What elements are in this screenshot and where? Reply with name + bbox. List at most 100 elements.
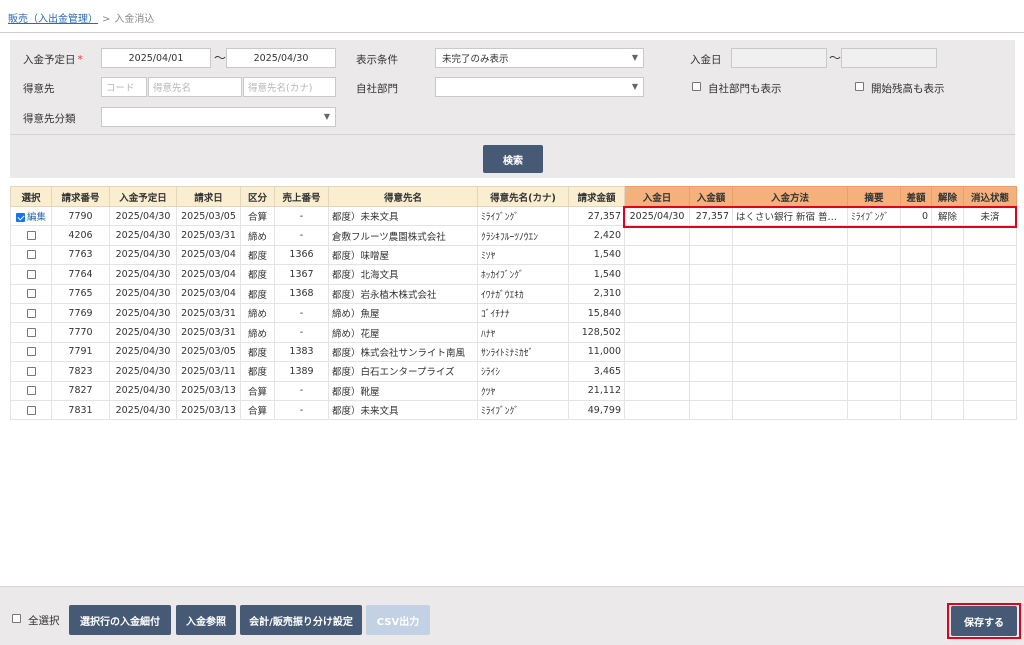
invoice-no-link[interactable]: 7831 [51, 399, 110, 421]
sales-no-link[interactable]: 1389 [274, 361, 329, 382]
col-header-payment-amount: 入金額 [689, 186, 733, 207]
status-cell: 未済 [963, 205, 1017, 227]
status-cell [963, 380, 1017, 401]
col-header-memo: 摘要 [847, 186, 901, 207]
due-date-to-input[interactable]: 2025/04/30 [226, 48, 336, 68]
due-date-cell: 2025/04/30 [109, 283, 177, 304]
kind-cell: 都度 [240, 283, 275, 304]
sales-no-link[interactable]: 1367 [274, 264, 329, 285]
cancel-link[interactable] [931, 380, 964, 401]
cancel-link[interactable] [931, 244, 964, 266]
payment-method-cell [732, 264, 848, 285]
customer-kana-cell: ｺﾞｲﾁﾅﾅ [477, 302, 569, 324]
kind-cell: 合算 [240, 399, 275, 421]
cancel-link[interactable] [931, 225, 964, 246]
table-row: 編集 7790 2025/04/30 2025/03/05 合算 - 都度）未来文具 ﾐﾗｲﾌ… [10, 205, 1017, 227]
breadcrumb-parent-link[interactable]: 販売（入出金管理） [8, 14, 98, 25]
row-checkbox[interactable] [26, 328, 36, 338]
dept-label: 自社部門 [356, 83, 398, 95]
search-button[interactable]: 検索 [483, 145, 543, 173]
kind-cell: 都度 [240, 244, 275, 266]
select-all-checkbox[interactable] [12, 614, 21, 623]
cancel-link[interactable] [931, 399, 964, 421]
accounting-settings-button[interactable]: 会計/販売振り分け設定 [240, 605, 362, 635]
kind-cell: 合算 [240, 380, 275, 401]
row-checkbox[interactable] [26, 366, 36, 376]
row-checkbox[interactable] [26, 308, 36, 318]
display-condition-select[interactable]: 未完了のみ表示 ▼ [435, 48, 644, 68]
sales-no-link[interactable]: 1368 [274, 283, 329, 304]
invoice-no-link[interactable]: 7790 [51, 205, 110, 227]
bill-amount-cell: 3,465 [568, 361, 625, 382]
row-checkbox[interactable] [26, 289, 36, 299]
customer-category-select[interactable]: ▼ [101, 107, 336, 127]
save-button[interactable]: 保存する [951, 606, 1017, 636]
invoice-no-link[interactable]: 7769 [51, 302, 110, 324]
payment-amount-cell [689, 225, 733, 246]
due-date-cell: 2025/04/30 [109, 341, 177, 363]
bill-amount-cell: 128,502 [568, 322, 625, 343]
payment-method-cell [732, 380, 848, 401]
payment-date-from-input[interactable] [731, 48, 827, 68]
sales-no-link[interactable]: 1366 [274, 244, 329, 266]
invoice-no-link[interactable]: 7764 [51, 264, 110, 285]
row-checkbox[interactable] [26, 405, 36, 415]
cancel-link[interactable] [931, 341, 964, 363]
status-cell [963, 322, 1017, 343]
dept-select[interactable]: ▼ [435, 77, 644, 97]
table-row: 7831 2025/04/30 2025/03/13 合算 - 都度）未来文具 ﾐﾗｲﾌﾞﾝ… [10, 399, 1017, 421]
invoice-no-link[interactable]: 4206 [51, 225, 110, 246]
bill-date-cell: 2025/03/31 [176, 302, 241, 324]
customer-name-cell: 都度）未来文具 [328, 399, 478, 421]
bill-date-cell: 2025/03/13 [176, 399, 241, 421]
difference-cell [900, 302, 932, 324]
customer-kana-cell: ﾐｿﾔ [477, 244, 569, 266]
customer-kana-input[interactable]: 得意先名(カナ) [243, 77, 336, 97]
invoice-no-link[interactable]: 7827 [51, 380, 110, 401]
memo-cell [847, 244, 901, 266]
payment-amount-cell [689, 302, 733, 324]
invoice-no-link[interactable]: 7770 [51, 322, 110, 343]
payment-detail-button[interactable]: 選択行の入金細付 [69, 605, 171, 635]
invoice-no-link[interactable]: 7765 [51, 283, 110, 304]
row-checkbox[interactable] [26, 269, 36, 279]
row-checkbox[interactable] [15, 213, 25, 223]
table-row: 7823 2025/04/30 2025/03/11 都度 1389 都度）白石エンタープ… [10, 361, 1017, 382]
row-checkbox[interactable] [26, 231, 36, 241]
cancel-link[interactable] [931, 361, 964, 382]
edit-link[interactable]: 編集 [27, 212, 46, 223]
row-checkbox[interactable] [26, 386, 36, 396]
show-opening-checkbox[interactable] [855, 82, 864, 91]
bill-amount-cell: 1,540 [568, 244, 625, 266]
payment-reference-button[interactable]: 入金参照 [176, 605, 236, 635]
difference-cell [900, 361, 932, 382]
status-cell [963, 399, 1017, 421]
sales-no-cell: - [274, 225, 329, 246]
show-dept-checkbox[interactable] [692, 82, 701, 91]
invoice-no-link[interactable]: 7823 [51, 361, 110, 382]
cancel-link[interactable] [931, 322, 964, 343]
cancel-link[interactable]: 解除 [931, 205, 964, 227]
invoice-no-link[interactable]: 7763 [51, 244, 110, 266]
sales-no-link[interactable]: 1383 [274, 341, 329, 363]
payment-date-cell [624, 380, 690, 401]
customer-name-cell: 都度）未来文具 [328, 205, 478, 227]
customer-code-input[interactable]: コード [101, 77, 147, 97]
due-date-from-input[interactable]: 2025/04/01 [101, 48, 211, 68]
csv-export-button[interactable]: CSV出力 [366, 605, 430, 635]
row-checkbox[interactable] [26, 347, 36, 357]
cancel-link[interactable] [931, 264, 964, 285]
invoice-no-link[interactable]: 7791 [51, 341, 110, 363]
row-checkbox[interactable] [26, 250, 36, 260]
table-row: 4206 2025/04/30 2025/03/31 締め - 倉敷フルーツ農園株式会社ｸ… [10, 225, 1017, 246]
col-header-bill-date: 請求日 [176, 186, 241, 207]
customer-name-cell: 都度）靴屋 [328, 380, 478, 401]
payment-date-to-input[interactable] [841, 48, 937, 68]
customer-kana-cell: ｼﾗｲｼ [477, 361, 569, 382]
bill-date-cell: 2025/03/04 [176, 244, 241, 266]
customer-category-label: 得意先分類 [23, 113, 76, 125]
col-header-select: 選択 [10, 186, 52, 207]
customer-name-input[interactable]: 得意先名 [148, 77, 242, 97]
cancel-link[interactable] [931, 283, 964, 304]
cancel-link[interactable] [931, 302, 964, 324]
